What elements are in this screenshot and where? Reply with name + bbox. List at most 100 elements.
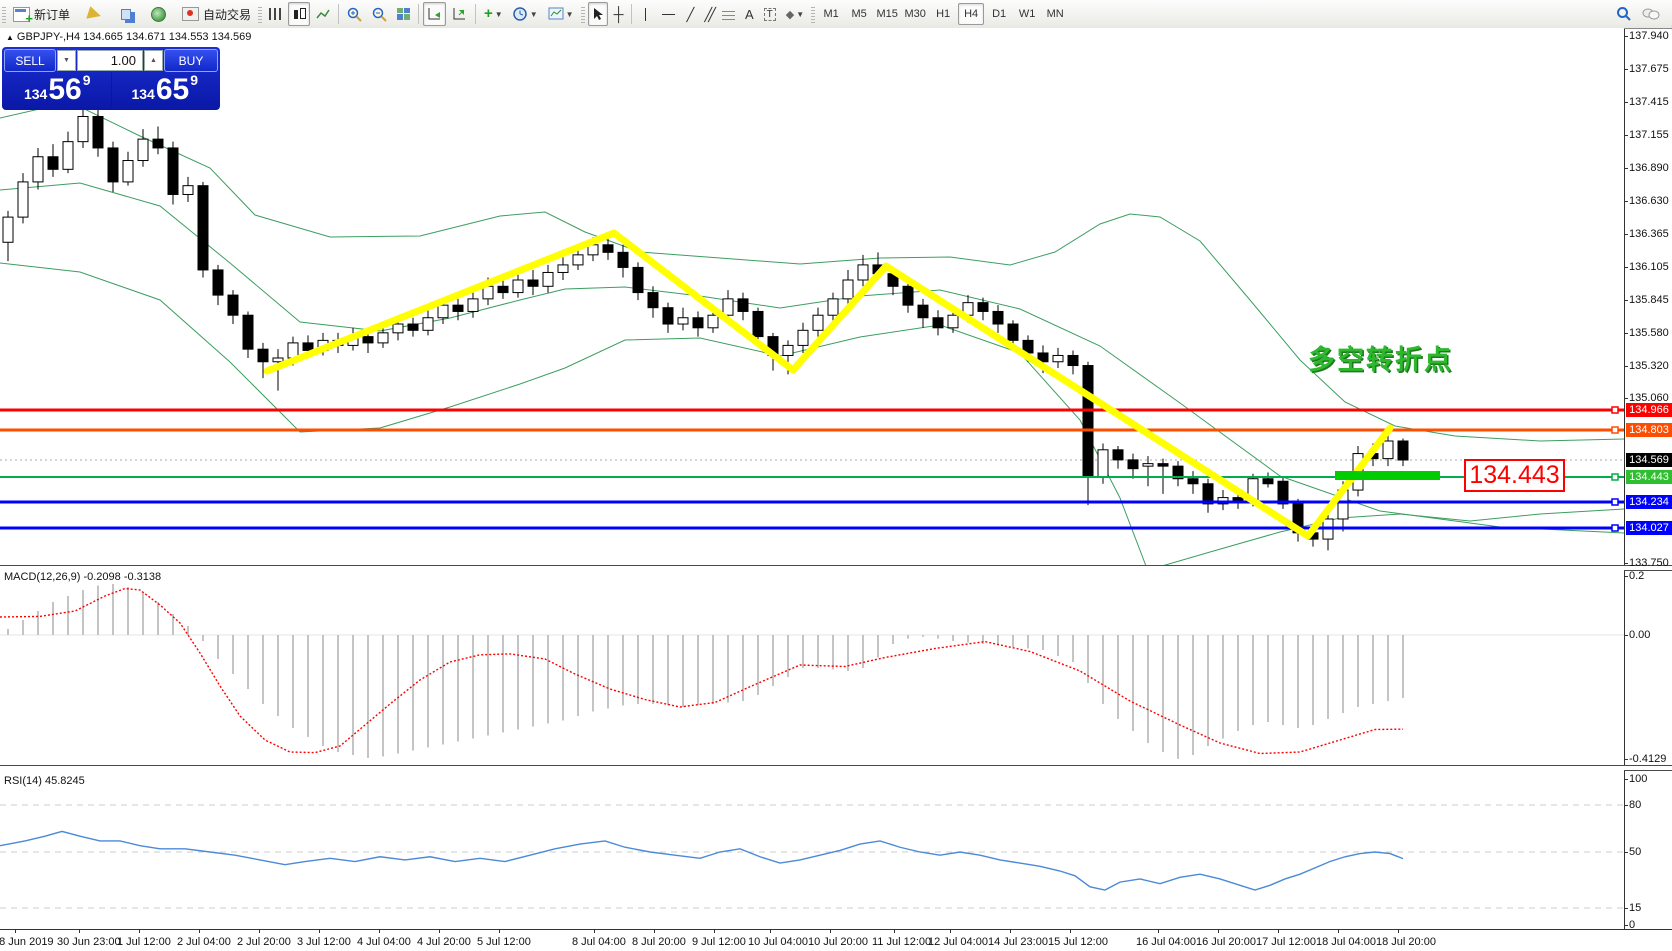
zoom-in-icon — [347, 7, 362, 22]
timeframe-button-d1[interactable]: D1 — [986, 3, 1012, 25]
timeframe-button-m15[interactable]: M15 — [874, 3, 900, 25]
timeframe-button-h1[interactable]: H1 — [930, 3, 956, 25]
text-tool-button[interactable]: A — [741, 2, 758, 26]
price-tick-label: 137.415 — [1629, 96, 1672, 109]
main-chart-pane[interactable] — [0, 28, 1624, 566]
buy-price-figure: 134 — [131, 86, 154, 102]
symbol-ohlc-line: ▲GBPJPY-,H4 134.665 134.671 134.553 134.… — [6, 31, 251, 43]
pivot-annotation-text[interactable]: 多空转折点 — [1308, 338, 1453, 377]
price-tick-mark — [1624, 333, 1628, 334]
price-tag: 134.803 — [1626, 423, 1672, 437]
zoom-in-button[interactable] — [343, 2, 366, 26]
shapes-icon: ◆ — [786, 8, 794, 21]
arrange-charts-icon — [452, 7, 467, 21]
time-axis-label: 3 Jul 12:00 — [297, 936, 351, 948]
price-tick-mark — [1624, 366, 1628, 367]
timeframe-button-m5[interactable]: M5 — [846, 3, 872, 25]
zoom-out-button[interactable] — [368, 2, 391, 26]
add-indicator-button[interactable]: +▼ — [480, 2, 507, 26]
macd-tick-mark — [1624, 759, 1628, 760]
current-price-tag: 134.569 — [1626, 453, 1672, 467]
candle-chart-button[interactable] — [288, 2, 310, 26]
time-axis-label: 10 Jul 20:00 — [808, 936, 868, 948]
macd-tick-mark — [1624, 576, 1628, 577]
timeframe-button-m30[interactable]: M30 — [902, 3, 928, 25]
sell-button[interactable]: SELL — [4, 49, 56, 72]
template-button[interactable]: ▼ — [544, 2, 578, 26]
time-tick-mark — [594, 930, 595, 933]
sell-price-pips: 56 — [48, 76, 81, 104]
arrange-charts-button[interactable] — [448, 2, 471, 26]
rsi-tick-mark — [1624, 908, 1628, 909]
buy-price[interactable]: 134 65 9 — [112, 72, 219, 106]
volume-up-stepper[interactable]: ▲ — [144, 50, 163, 71]
price-tick-mark — [1624, 267, 1628, 268]
buy-button[interactable]: BUY — [164, 49, 218, 72]
rsi-pane[interactable] — [0, 769, 1624, 929]
macd-tick-mark — [1624, 635, 1628, 636]
search-button[interactable] — [1612, 2, 1636, 26]
search-icon — [1616, 6, 1632, 22]
crosshair-tool-button[interactable]: ┼ — [610, 2, 628, 26]
vline-tool-button[interactable] — [636, 2, 655, 26]
price-callout-label[interactable]: 134.443 — [1464, 459, 1565, 492]
rsi-label: RSI(14) 45.8245 — [4, 775, 85, 787]
channel-tool-button[interactable]: ╱╱E — [700, 2, 716, 26]
zoom-out-icon — [372, 7, 387, 22]
label-tool-button[interactable]: T — [760, 2, 780, 26]
hline-tool-button[interactable] — [657, 2, 680, 26]
rsi-tick-mark — [1624, 805, 1628, 806]
time-tick-mark — [379, 930, 380, 933]
chevron-down-icon: ▼ — [530, 10, 538, 19]
time-axis-label: 14 Jul 23:00 — [988, 936, 1048, 948]
rsi-tick-label: 80 — [1629, 799, 1672, 812]
price-tick-label: 137.155 — [1629, 129, 1672, 142]
time-tick-mark — [199, 930, 200, 933]
price-tag: 134.234 — [1626, 495, 1672, 509]
sell-price[interactable]: 134 56 9 — [4, 72, 112, 106]
chat-button[interactable] — [1638, 2, 1664, 26]
macd-pane[interactable] — [0, 569, 1624, 765]
shapes-tool-button[interactable]: ◆▼ — [782, 2, 808, 26]
time-axis-label: 11 Jul 12:00 — [872, 936, 931, 948]
periods-button[interactable]: ▼ — [509, 2, 542, 26]
timeframe-button-m1[interactable]: M1 — [818, 3, 844, 25]
buy-price-pips: 65 — [156, 76, 189, 104]
mt4-window: 新订单 自动交易 +▼ — [0, 0, 1672, 951]
chevron-down-icon: ▼ — [566, 10, 574, 19]
volume-input[interactable]: 1.00 — [77, 50, 143, 71]
timeframe-button-w1[interactable]: W1 — [1014, 3, 1040, 25]
tile-windows-button[interactable] — [393, 2, 414, 26]
timeframe-button-h4[interactable]: H4 — [958, 3, 984, 25]
price-tick-label: 136.890 — [1629, 162, 1672, 175]
price-tag: 134.966 — [1626, 403, 1672, 417]
timeframe-bar: M1M5M15M30H1H4D1W1MN — [817, 3, 1069, 25]
fibonacci-tool-button[interactable]: F — [718, 2, 739, 26]
sell-price-point: 9 — [83, 72, 91, 88]
new-order-button[interactable]: 新订单 — [9, 2, 74, 26]
market-watch-icon — [121, 9, 131, 20]
toolbar-drag-handle[interactable] — [2, 5, 6, 23]
time-axis-label: 10 Jul 04:00 — [748, 936, 808, 948]
bar-chart-button[interactable] — [265, 2, 286, 26]
volume-down-stepper[interactable]: ▼ — [57, 50, 76, 71]
trendline-tool-button[interactable]: ╱ — [682, 2, 698, 26]
cursor-icon — [592, 7, 604, 21]
time-tick-mark — [499, 930, 500, 933]
autotrading-button[interactable]: 自动交易 — [178, 2, 255, 26]
collapse-triangle-icon[interactable]: ▲ — [6, 33, 14, 42]
candle-chart-icon — [292, 8, 306, 21]
cursor-tool-button[interactable] — [588, 2, 608, 26]
price-tick-label: 137.940 — [1629, 30, 1672, 43]
navigator-button[interactable] — [147, 2, 170, 26]
market-watch-button[interactable] — [117, 2, 135, 26]
auto-arrange-button[interactable] — [423, 2, 446, 26]
time-tick-mark — [1218, 930, 1219, 933]
line-chart-button[interactable] — [312, 2, 334, 26]
time-tick-mark — [1278, 930, 1279, 933]
price-tick-label: 135.320 — [1629, 360, 1672, 373]
timeframe-button-mn[interactable]: MN — [1042, 3, 1068, 25]
rsi-canvas — [0, 769, 1624, 929]
profile-button[interactable] — [84, 2, 105, 26]
time-axis-label: 18 Jul 20:00 — [1376, 936, 1436, 948]
